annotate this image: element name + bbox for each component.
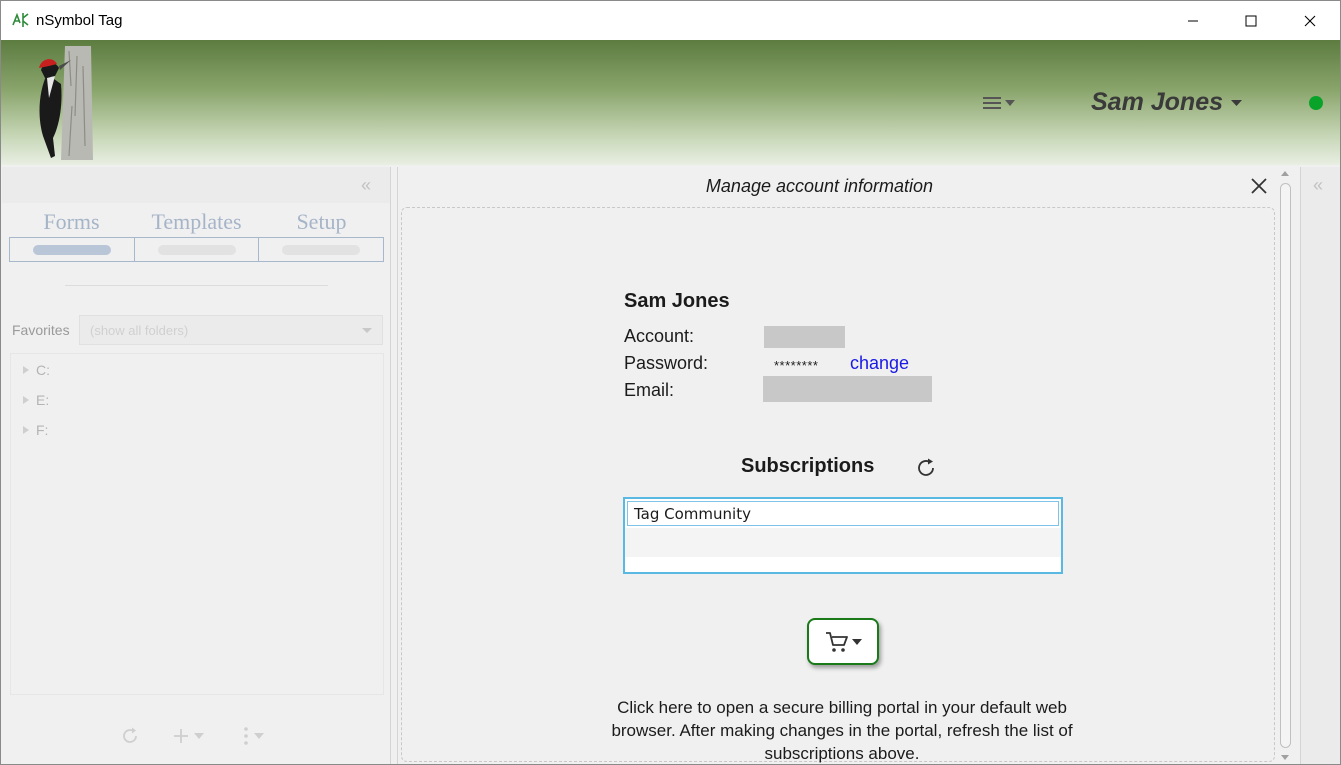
tab-indicator-setup[interactable] bbox=[259, 238, 383, 261]
account-panel: Manage account information Sam Jones Acc… bbox=[397, 167, 1277, 764]
left-panel-header: « bbox=[2, 167, 390, 203]
subscriptions-list[interactable]: Tag Community bbox=[623, 497, 1063, 574]
more-menu-button[interactable] bbox=[242, 722, 264, 750]
tab-indicators bbox=[9, 237, 384, 262]
expand-arrow-icon[interactable] bbox=[23, 396, 29, 404]
dropdown-caret-icon bbox=[1005, 100, 1015, 106]
right-collapsed-panel: « bbox=[1300, 167, 1340, 764]
subscriptions-title: Subscriptions bbox=[741, 455, 875, 477]
minimize-icon bbox=[1188, 20, 1198, 21]
shopping-cart-icon bbox=[826, 631, 848, 652]
refresh-subscriptions-button[interactable] bbox=[914, 456, 938, 480]
tab-forms[interactable]: Forms bbox=[9, 209, 134, 235]
favorites-select[interactable]: (show all folders) bbox=[79, 315, 383, 345]
minimize-button[interactable] bbox=[1164, 1, 1222, 40]
collapse-left-panel-icon[interactable]: « bbox=[361, 175, 371, 196]
account-value-redacted bbox=[764, 326, 845, 348]
account-card: Sam Jones Account: Password: ******** ch… bbox=[401, 207, 1275, 763]
dropdown-caret-icon bbox=[254, 733, 264, 739]
user-menu[interactable]: Sam Jones bbox=[1091, 88, 1243, 117]
dropdown-caret-icon bbox=[194, 733, 204, 739]
main-menu-button[interactable] bbox=[981, 90, 1023, 116]
subscription-item[interactable]: Tag Community bbox=[627, 501, 1059, 526]
close-window-button[interactable] bbox=[1281, 1, 1339, 40]
favorites-label: Favorites bbox=[12, 322, 70, 338]
dropdown-caret-icon bbox=[852, 638, 862, 645]
kebab-icon bbox=[244, 727, 248, 745]
expand-arrow-icon[interactable] bbox=[23, 426, 29, 434]
chevron-down-icon bbox=[362, 328, 372, 333]
tree-item-e[interactable]: E: bbox=[23, 392, 49, 408]
title-bar: nSymbol Tag bbox=[1, 1, 1340, 40]
change-password-link[interactable]: change bbox=[850, 353, 909, 374]
user-name: Sam Jones bbox=[1091, 88, 1224, 116]
divider bbox=[65, 285, 328, 286]
dropdown-caret-icon bbox=[1231, 99, 1243, 106]
favorites-select-value: (show all folders) bbox=[90, 323, 189, 338]
billing-portal-button[interactable] bbox=[807, 618, 879, 665]
close-icon bbox=[1304, 15, 1316, 26]
list-row-empty bbox=[625, 528, 1061, 557]
tab-indicator-forms[interactable] bbox=[10, 238, 135, 261]
maximize-icon bbox=[1245, 15, 1257, 26]
tab-indicator-templates[interactable] bbox=[135, 238, 260, 261]
hamburger-icon bbox=[983, 97, 1001, 109]
expand-arrow-icon[interactable] bbox=[23, 366, 29, 374]
refresh-icon bbox=[123, 727, 137, 743]
scroll-down-arrow-icon[interactable] bbox=[1281, 755, 1289, 760]
billing-instructions: Click here to open a secure billing port… bbox=[611, 698, 1073, 763]
tree-item-c[interactable]: C: bbox=[23, 362, 50, 378]
email-value-redacted bbox=[763, 376, 932, 402]
panel-title: Manage account information bbox=[705, 176, 934, 196]
app-window: nSymbol Tag Sam Jones « Forms Templates … bbox=[0, 0, 1341, 765]
scrollbar-thumb[interactable] bbox=[1280, 183, 1291, 748]
account-label: Account: bbox=[624, 326, 695, 346]
refresh-tree-button[interactable] bbox=[120, 722, 140, 750]
password-value: ******** bbox=[774, 358, 819, 373]
expand-right-panel-icon[interactable]: « bbox=[1313, 175, 1323, 196]
plus-icon bbox=[174, 729, 188, 743]
add-menu-button[interactable] bbox=[172, 722, 204, 750]
vertical-scrollbar[interactable] bbox=[1277, 167, 1294, 764]
left-panel-footer bbox=[2, 722, 390, 752]
left-panel: « Forms Templates Setup Favorites (show … bbox=[2, 167, 391, 764]
window-title: nSymbol Tag bbox=[36, 12, 123, 29]
maximize-button[interactable] bbox=[1222, 1, 1280, 40]
tree-item-label: C: bbox=[36, 362, 50, 378]
email-label: Email: bbox=[624, 380, 675, 400]
woodpecker-logo bbox=[39, 46, 93, 160]
tree-item-f[interactable]: F: bbox=[23, 422, 48, 438]
scroll-up-arrow-icon[interactable] bbox=[1281, 171, 1289, 176]
tab-templates[interactable]: Templates bbox=[134, 209, 259, 235]
online-status-indicator bbox=[1309, 96, 1323, 110]
password-label: Password: bbox=[624, 353, 709, 373]
close-panel-button[interactable] bbox=[1248, 175, 1270, 197]
tree-item-label: E: bbox=[36, 392, 50, 408]
tree-item-label: F: bbox=[36, 422, 49, 438]
header-banner: Sam Jones bbox=[1, 40, 1340, 165]
account-holder-name: Sam Jones bbox=[624, 290, 730, 312]
tab-setup[interactable]: Setup bbox=[259, 209, 384, 235]
app-icon bbox=[12, 12, 29, 27]
folder-tree: C: E: F: bbox=[10, 353, 384, 695]
